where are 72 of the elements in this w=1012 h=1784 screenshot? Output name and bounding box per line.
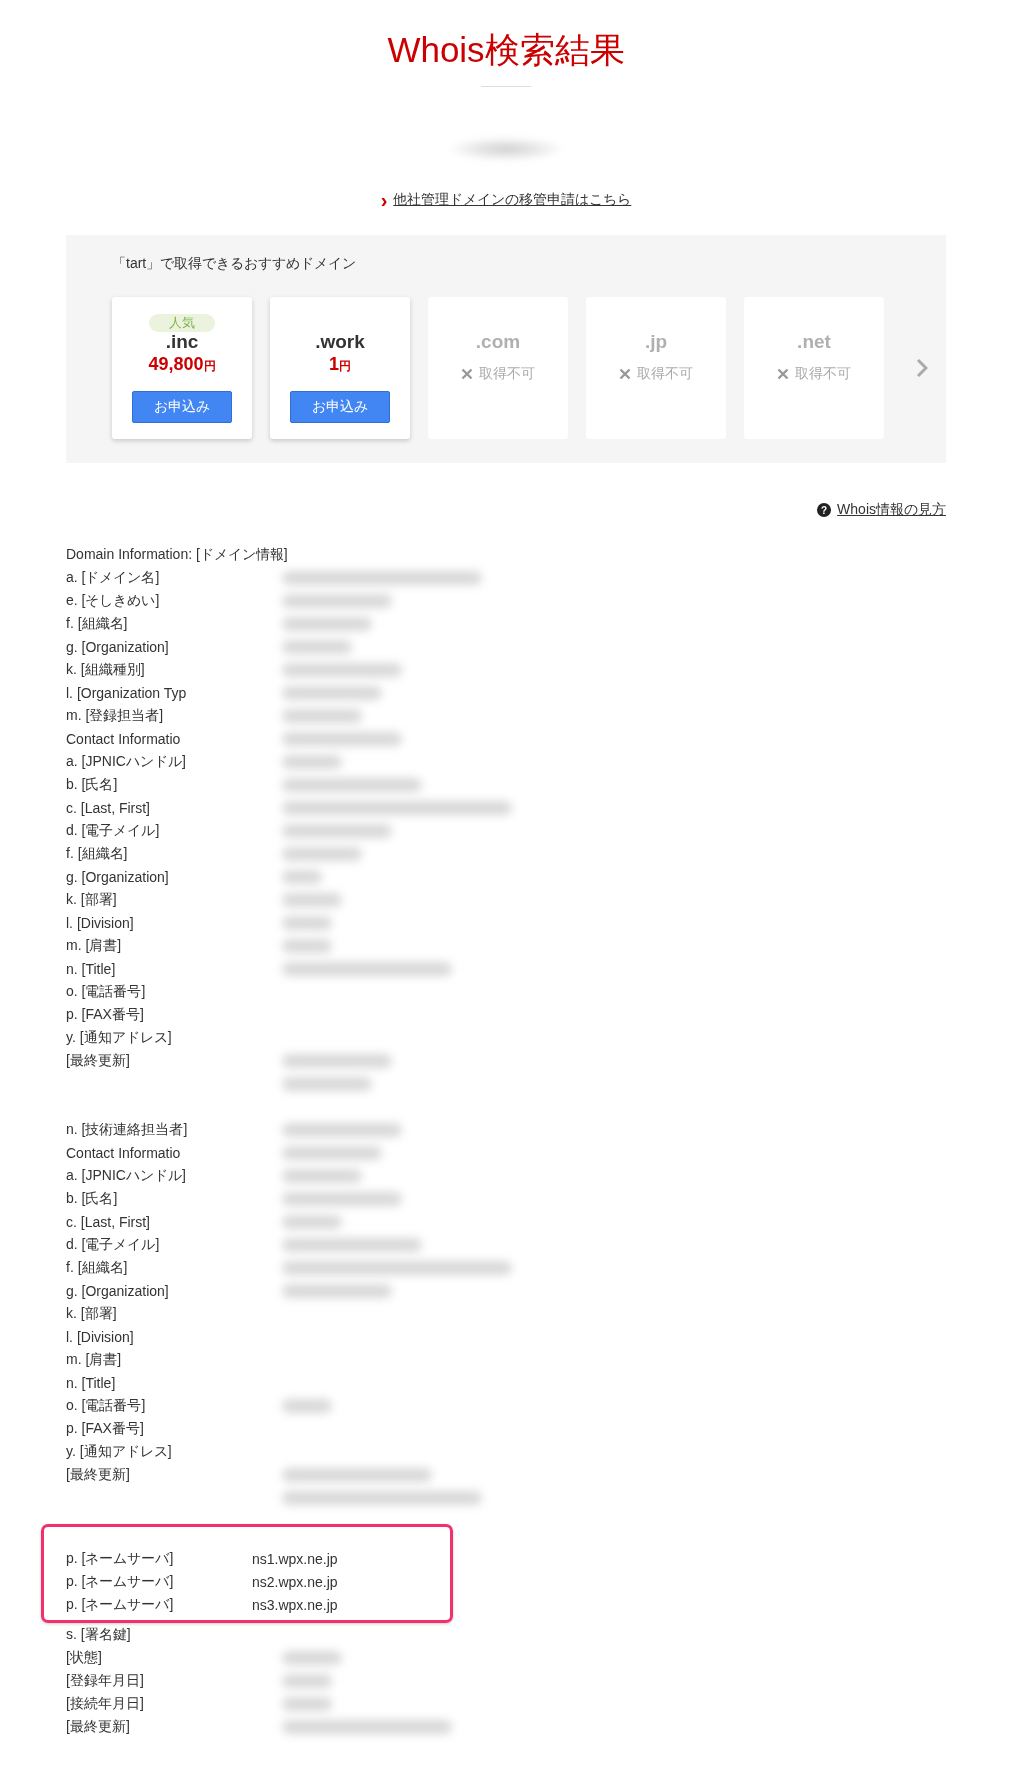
recommend-heading: 「tart」で取得できるおすすめドメイン (112, 255, 358, 273)
whois-label: p. [ネームサーバ] (66, 1595, 174, 1612)
tld-name: .com (475, 331, 521, 353)
whois-label: g. [Organization] (66, 868, 169, 885)
whois-label: a. [ドメイン名] (66, 568, 160, 585)
whois-label: m. [肩書] (66, 1350, 122, 1367)
whois-label: p. [ネームサーバ] (66, 1549, 174, 1566)
whois-value: ns3.wpx.ne.jp (252, 1596, 338, 1613)
transfer-link[interactable]: 他社管理ドメインの移管申請はこちら (393, 191, 632, 209)
whois-label: e. [そしきめい] (66, 591, 160, 608)
whois-label: [最終更新] (66, 1717, 130, 1734)
whois-label: o. [電話番号] (66, 1396, 146, 1413)
tld-name: .jp (644, 331, 668, 353)
whois-label: o. [電話番号] (66, 982, 146, 999)
whois-label: [最終更新] (66, 1465, 130, 1482)
tld-name: .work (315, 331, 365, 353)
page-title: Whois検索結果 (386, 29, 626, 71)
tld-name: .inc (165, 331, 199, 353)
whois-label: [接続年月日] (66, 1694, 144, 1711)
whois-label: f. [組織名] (66, 844, 128, 861)
whois-value: ns1.wpx.ne.jp (252, 1550, 338, 1567)
whois-label: b. [氏名] (66, 1189, 118, 1206)
price: 49,800円 (148, 353, 216, 376)
cross-icon (461, 368, 473, 380)
whois-label: n. [技術連絡担当者] (66, 1120, 188, 1137)
whois-label: a. [JPNICハンドル] (66, 1166, 186, 1183)
whois-label: Domain Information: [ドメイン情報] (66, 545, 288, 562)
whois-label: k. [部署] (66, 890, 117, 907)
whois-label: c. [Last, First] (66, 1213, 150, 1230)
apply-button[interactable]: お申込み (290, 391, 390, 423)
unavailable-status: 取得不可 (637, 365, 693, 383)
whois-label: [最終更新] (66, 1051, 130, 1068)
whois-label: p. [FAX番号] (66, 1005, 144, 1022)
whois-label: p. [FAX番号] (66, 1419, 144, 1436)
whois-label: d. [電子メイル] (66, 821, 160, 838)
whois-label: g. [Organization] (66, 1282, 169, 1299)
unavailable-status: 取得不可 (795, 365, 851, 383)
whois-help-link[interactable]: Whois情報の見方 (837, 501, 946, 519)
popular-badge: 人気 (149, 314, 215, 332)
whois-label: y. [通知アドレス] (66, 1442, 172, 1459)
whois-label: [状態] (66, 1648, 102, 1665)
whois-label: s. [署名鍵] (66, 1625, 131, 1642)
chevron-icon: › (380, 192, 388, 208)
whois-label: m. [登録担当者] (66, 706, 164, 723)
whois-label: g. [Organization] (66, 638, 169, 655)
whois-label: l. [Division] (66, 1328, 134, 1345)
whois-label: c. [Last, First] (66, 799, 150, 816)
whois-label: n. [Title] (66, 960, 116, 977)
whois-label: Contact Informatio (66, 1144, 181, 1161)
whois-label: m. [肩書] (66, 936, 122, 953)
whois-label: [登録年月日] (66, 1671, 144, 1688)
help-icon: ? (817, 503, 832, 517)
whois-value: ns2.wpx.ne.jp (252, 1573, 338, 1590)
cross-icon (619, 368, 631, 380)
apply-button[interactable]: お申込み (132, 391, 232, 423)
whois-label: l. [Division] (66, 914, 134, 931)
whois-label: y. [通知アドレス] (66, 1028, 172, 1045)
tld-name: .net (797, 331, 831, 353)
whois-label: d. [電子メイル] (66, 1235, 160, 1252)
whois-label: k. [組織種別] (66, 660, 145, 677)
cross-icon (777, 368, 789, 380)
whois-label: f. [組織名] (66, 1258, 128, 1275)
whois-label: n. [Title] (66, 1374, 116, 1391)
whois-label: k. [部署] (66, 1304, 117, 1321)
whois-label: l. [Organization Typ (66, 684, 187, 701)
whois-label: b. [氏名] (66, 775, 118, 792)
whois-label: a. [JPNICハンドル] (66, 752, 186, 769)
unavailable-status: 取得不可 (479, 365, 535, 383)
price: 1円 (329, 353, 351, 376)
whois-label: p. [ネームサーバ] (66, 1572, 174, 1589)
whois-label: Contact Informatio (66, 730, 181, 747)
whois-label: f. [組織名] (66, 614, 128, 631)
